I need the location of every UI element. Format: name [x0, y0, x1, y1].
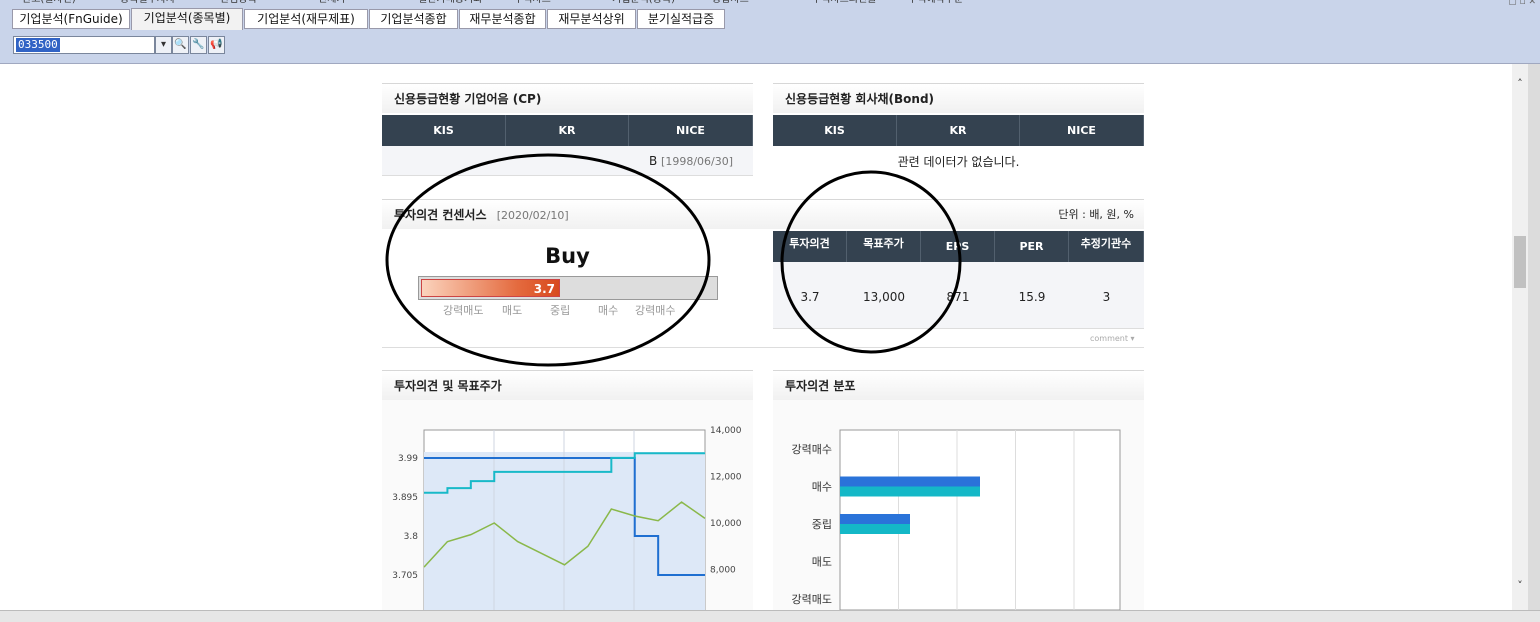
- window-tab-0[interactable]: 관고(일자전): [22, 0, 76, 6]
- tab-quarter-surge[interactable]: 분기실적급증: [637, 9, 725, 29]
- category-label: 중립: [812, 518, 832, 531]
- bar-bottom: [840, 486, 980, 497]
- status-bar: [0, 610, 1540, 622]
- bar-top: [840, 476, 980, 487]
- toolbar: 033500 ▾ 🔍 🔧 📢: [0, 30, 1540, 64]
- annotation-ellipse-right: [780, 170, 962, 354]
- category-label: 매수: [812, 481, 832, 494]
- left-tick-label: 3.705: [392, 571, 418, 581]
- window-tab-4[interactable]: 일간가매동기화: [418, 0, 482, 6]
- bar-bottom: [840, 524, 910, 534]
- window-tab-7[interactable]: 종합차트: [712, 0, 749, 6]
- category-label: 강력매수: [792, 443, 832, 456]
- annotation-ellipse-left: [385, 153, 711, 367]
- opinion-distribution-chart: 강력매수매수중립매도강력매도: [792, 429, 1121, 610]
- tab-financial-summary[interactable]: 재무분석종합: [459, 9, 546, 29]
- bar-top: [840, 514, 910, 524]
- dropdown-arrow-icon[interactable]: ▾: [155, 36, 172, 54]
- tab-by-stock[interactable]: 기업분석(종목별): [131, 8, 243, 30]
- category-label: 강력매도: [792, 593, 832, 606]
- window-tab-3[interactable]: 전체가: [318, 0, 346, 6]
- annotation-circles: [385, 153, 962, 367]
- window-tab-6[interactable]: 기업분석(종목): [612, 0, 675, 6]
- right-tick-label: 10,000: [710, 519, 742, 529]
- left-tick-label: 3.895: [392, 493, 418, 503]
- tab-bar: 기업분석(FnGuide) 기업분석(종목별) 기업분석(재무제표) 기업분석종…: [0, 7, 1540, 30]
- left-tick-label: 3.8: [404, 532, 419, 542]
- search-icon[interactable]: 🔍: [172, 36, 189, 54]
- window-tab-9[interactable]: 주식예약주문: [908, 0, 963, 6]
- main-content: 신용등급현황 기업어음 (CP) KIS KR NICE B [1998/06/…: [12, 64, 1512, 610]
- category-label: 매도: [812, 556, 832, 569]
- tab-financial-statement[interactable]: 기업분석(재무제표): [244, 9, 368, 29]
- window-controls[interactable]: ▢ ▫ ✕: [1508, 0, 1536, 7]
- scroll-up-icon[interactable]: ˄: [1512, 76, 1528, 92]
- tab-fnguide[interactable]: 기업분석(FnGuide): [12, 9, 130, 29]
- speaker-icon[interactable]: 📢: [208, 36, 225, 54]
- right-edge: [1528, 64, 1540, 610]
- stock-code-value[interactable]: 033500: [16, 38, 60, 52]
- window-tab-strip: 주식예약주문 주식차트외전술 종합차트 기업분석(종목) 주식차트 일간가매동기화 전체가 관…: [0, 0, 1540, 7]
- opinion-dist-title: 투자의견 분포: [773, 370, 1144, 400]
- scroll-down-icon[interactable]: ˅: [1512, 578, 1528, 594]
- right-tick-label: 14,000: [710, 426, 742, 436]
- tab-company-summary[interactable]: 기업분석종합: [369, 9, 458, 29]
- window-tab-2[interactable]: 관심종목: [220, 0, 257, 6]
- stock-code-combo[interactable]: 033500: [13, 36, 155, 54]
- opinion-price-chart: 3.99 3.895 3.8 3.705 14,000 12,000 10,000 8,000: [392, 426, 742, 610]
- right-tick-label: 8,000: [710, 566, 736, 576]
- window-tab-1[interactable]: 종목별투자자: [120, 0, 175, 6]
- scroll-thumb[interactable]: [1514, 236, 1526, 288]
- window-tab-5[interactable]: 주식차트: [514, 0, 551, 6]
- left-tick-label: 3.99: [398, 454, 418, 464]
- vertical-scrollbar[interactable]: ˄ ˅: [1512, 64, 1528, 610]
- right-tick-label: 12,000: [710, 473, 742, 483]
- tools-icon[interactable]: 🔧: [190, 36, 207, 54]
- tab-financial-top[interactable]: 재무분석상위: [547, 9, 636, 29]
- window-tab-8[interactable]: 주식차트외전술: [812, 0, 876, 6]
- opinion-price-title: 투자의견 및 목표주가: [382, 370, 753, 400]
